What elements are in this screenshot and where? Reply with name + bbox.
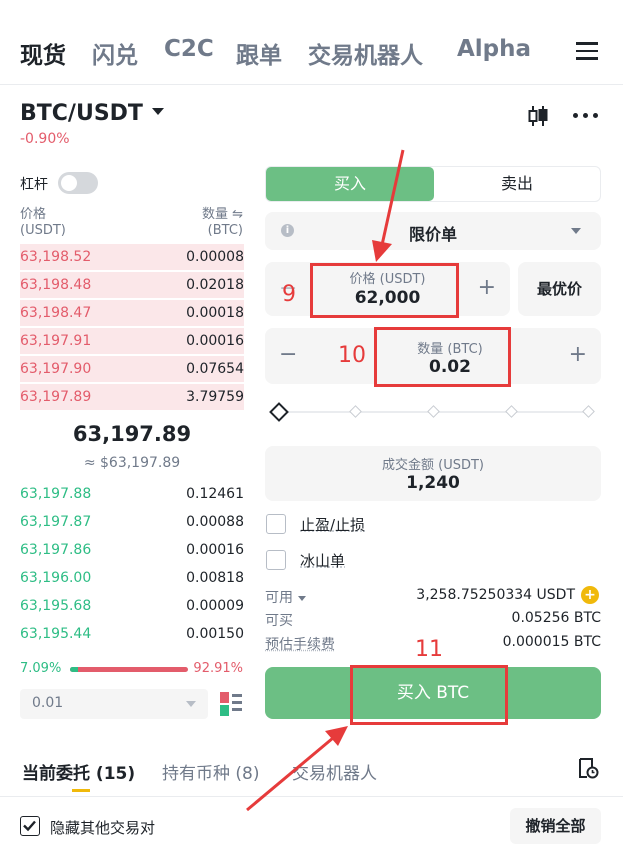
trading-screen: 现货 闪兑 C2C 跟单 交易机器人 Alpha BTC/USDT -0.90%…: [0, 0, 623, 867]
annotation-arrows: [246, 149, 405, 812]
annotation-arrow-submit: [246, 736, 334, 812]
annotation-arrowhead: [372, 240, 392, 262]
annotation-arrow-price: [380, 149, 405, 246]
